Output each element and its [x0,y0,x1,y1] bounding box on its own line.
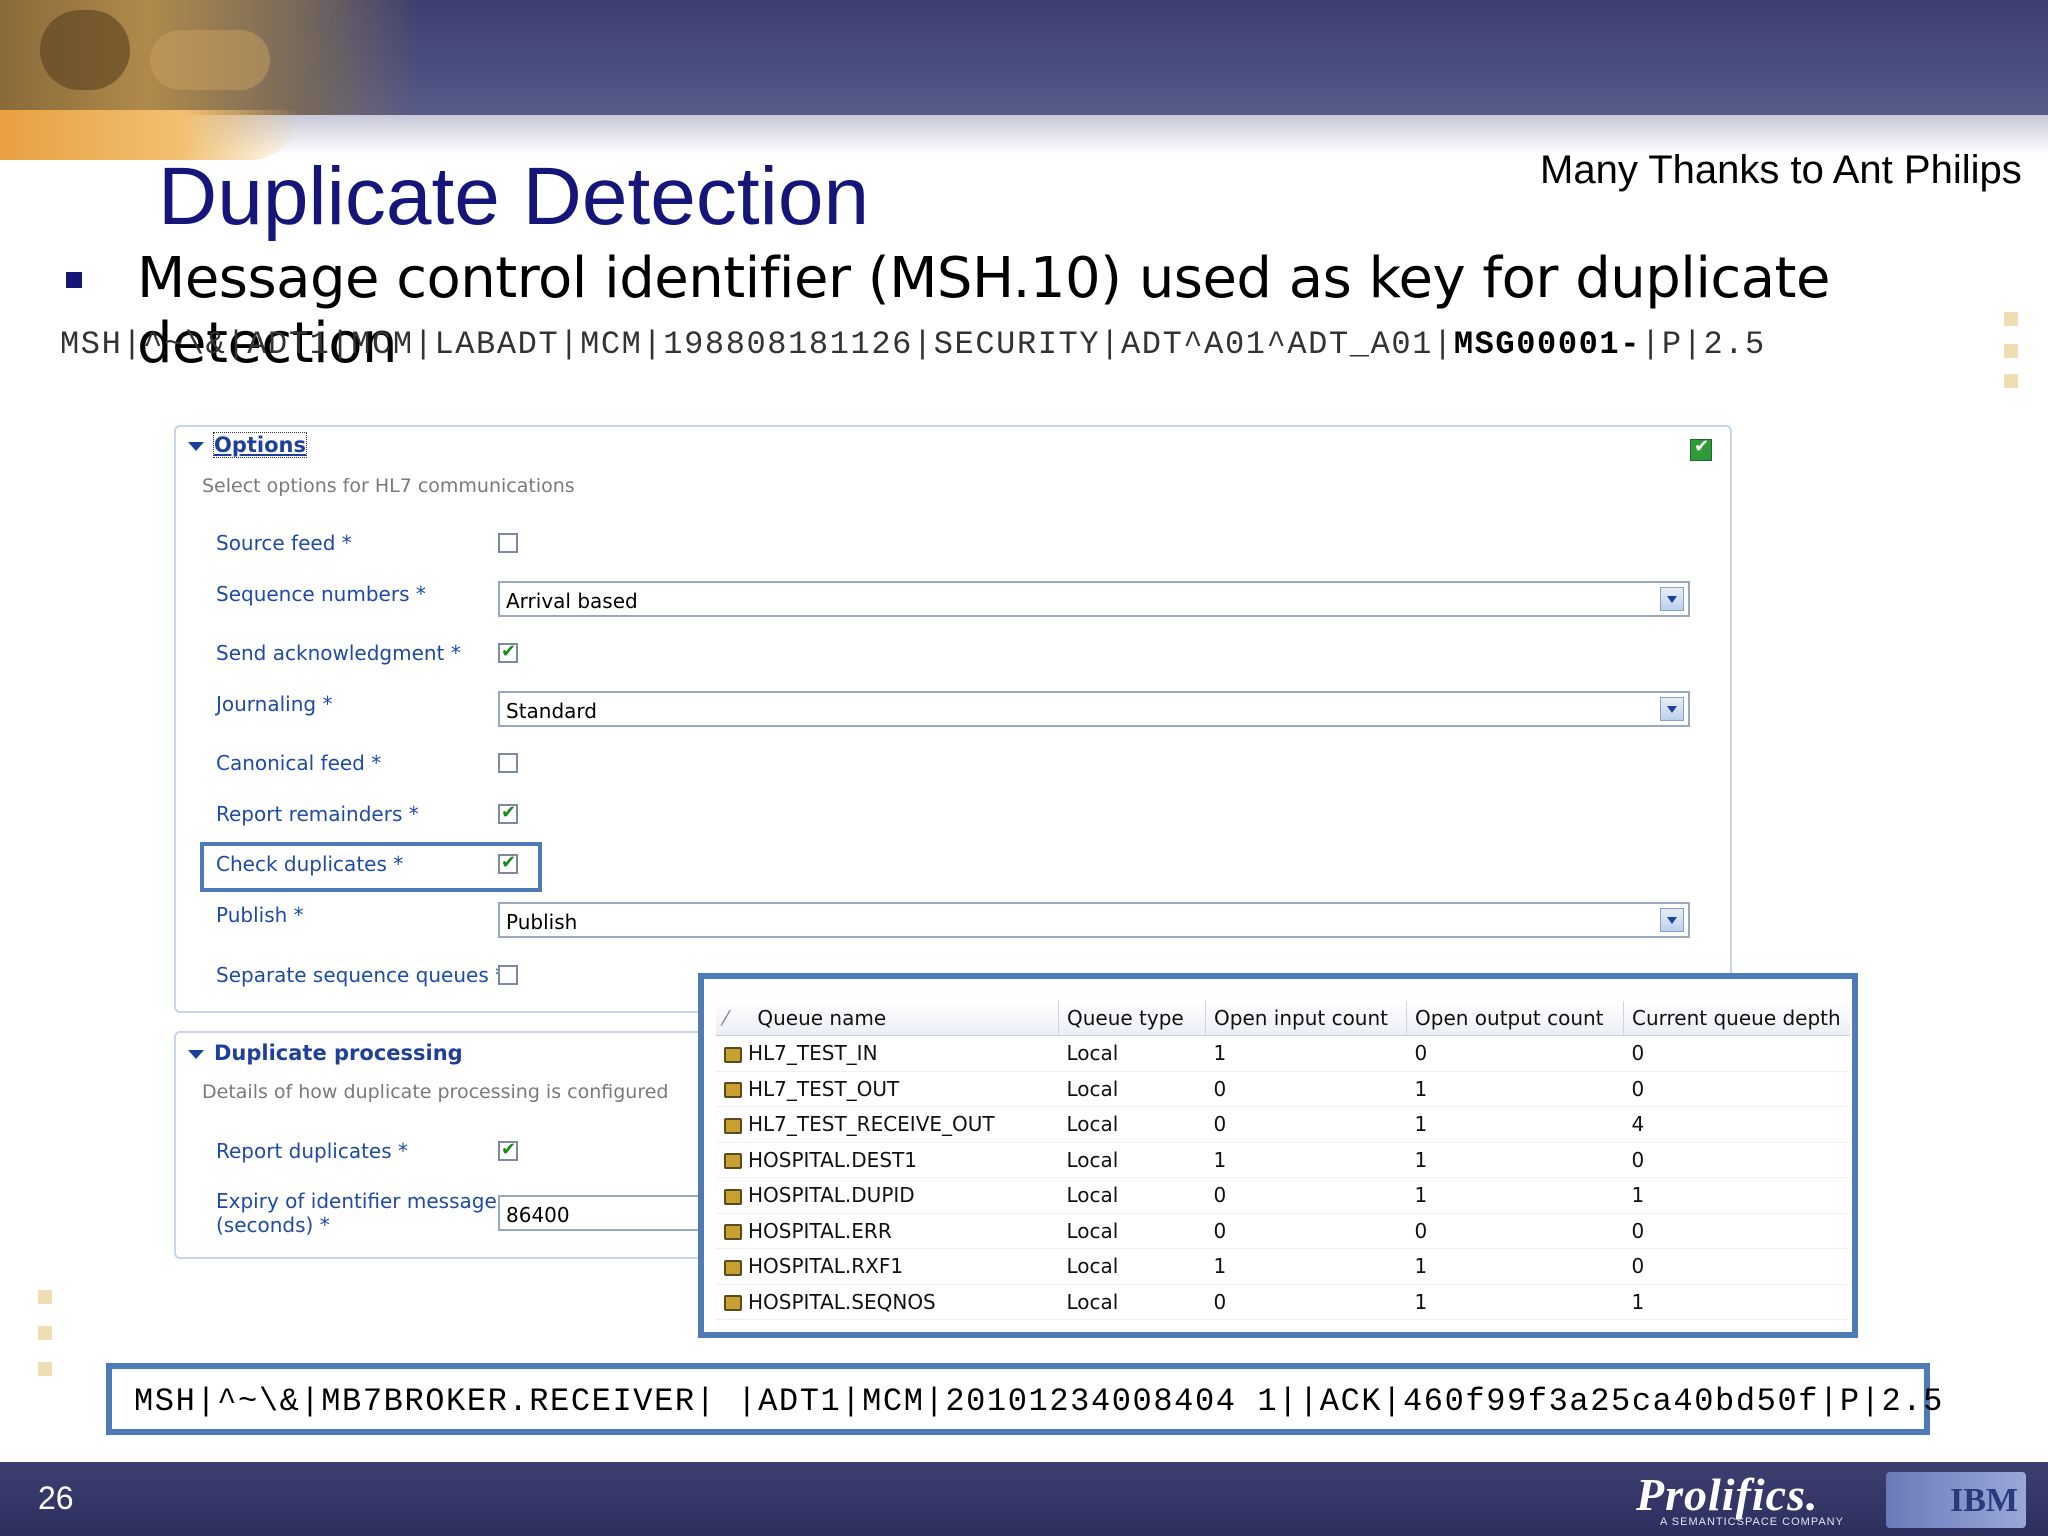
dropdown-arrow-icon[interactable] [1660,697,1684,721]
sequence-numbers-value: Arrival based [506,589,638,613]
header-banner [0,0,2048,125]
queue-icon [724,1224,742,1241]
queue-table: ⁄ Queue name Queue type Open input count … [716,1001,1850,1320]
prolifics-tagline: A SEMANTICSPACE COMPANY [1660,1516,1844,1528]
decor-dot [2004,374,2018,388]
queue-icon [724,1117,742,1134]
msh-key: MSG00001- [1453,326,1642,363]
decor-dot [38,1326,52,1340]
check-duplicates-checkbox[interactable] [498,852,518,874]
publish-value: Publish [506,910,578,934]
decor-dot [38,1362,52,1376]
send-ack-checkbox[interactable] [498,641,518,663]
table-row[interactable]: HOSPITAL.RXF1 Local 1 1 0 [716,1248,1850,1285]
expiry-label-line1: Expiry of identifier messages [216,1189,508,1213]
sort-icon: ⁄ [724,1006,728,1030]
duplicate-description: Details of how duplicate processing is c… [202,1081,669,1103]
report-duplicates-checkbox[interactable] [498,1139,518,1161]
check-duplicates-label: Check duplicates * [216,852,404,876]
table-row[interactable]: HL7_TEST_OUT Local 0 1 0 [716,1071,1850,1107]
separate-queues-checkbox[interactable] [498,965,518,985]
table-row[interactable]: HOSPITAL.DEST1 Local 1 1 0 [716,1142,1850,1178]
journaling-select[interactable]: Standard [498,691,1690,727]
table-row[interactable]: HOSPITAL.DUPID Local 0 1 1 [716,1177,1850,1214]
decor-dot [2004,312,2018,326]
queue-icon [724,1259,742,1276]
send-ack-label: Send acknowledgment * [216,641,461,665]
options-panel: Options Select options for HL7 communica… [174,425,1732,1013]
options-heading[interactable]: Options [213,432,307,458]
collapse-arrow-icon[interactable] [188,1049,204,1059]
msh-suffix: |P|2.5 [1641,326,1766,363]
ibm-partner-logo: IBM [1886,1472,2026,1528]
publish-label: Publish * [216,903,304,927]
table-row[interactable]: HOSPITAL.SEQNOS Local 0 1 1 [716,1284,1850,1320]
source-feed-label: Source feed * [216,531,352,555]
prolifics-logo: Prolifics. [1636,1469,1819,1520]
table-row[interactable]: HL7_TEST_IN Local 1 0 0 [716,1035,1850,1072]
journaling-value: Standard [506,699,597,723]
journaling-label: Journaling * [216,692,333,716]
queue-icon [724,1188,742,1205]
decor-dot [2004,344,2018,358]
queue-icon [724,1082,742,1099]
footer-bar: 26 Prolifics. A SEMANTICSPACE COMPANY IB… [0,1462,2048,1536]
col-queue-depth[interactable]: Current queue depth [1623,1001,1850,1036]
decor-dot [38,1290,52,1304]
msh-prefix: MSH|^~\&|ADT1|MCM|LABADT|MCM|19880818112… [60,326,1454,363]
table-row[interactable]: HOSPITAL.ERR Local 0 0 0 [716,1213,1850,1249]
canonical-feed-label: Canonical feed * [216,751,382,775]
source-feed-checkbox[interactable] [498,533,518,553]
credit-text: Many Thanks to Ant Philips [1540,148,2022,192]
queue-icon [724,1153,742,1170]
queue-icon [724,1295,742,1312]
report-remainders-checkbox[interactable] [498,802,518,824]
expiry-label-line2: (seconds) * [216,1213,330,1237]
options-header[interactable]: Options [188,432,307,458]
dropdown-arrow-icon[interactable] [1660,908,1684,932]
col-queue-name[interactable]: ⁄ Queue name [716,1001,1059,1036]
ack-message-box: MSH|^~\&|MB7BROKER.RECEIVER| |ADT1|MCM|2… [106,1363,1942,1435]
report-duplicates-label: Report duplicates * [216,1139,409,1163]
ibm-text: IBM [1950,1482,2018,1519]
queue-icon [724,1046,742,1063]
page-number: 26 [38,1480,74,1516]
bullet-square-icon [66,272,82,288]
options-description: Select options for HL7 communications [202,475,575,497]
col-queue-type[interactable]: Queue type [1058,1001,1206,1036]
duplicate-heading[interactable]: Duplicate processing [214,1041,463,1065]
sequence-numbers-select[interactable]: Arrival based [498,581,1690,617]
report-remainders-label: Report remainders * [216,802,419,826]
duplicate-header[interactable]: Duplicate processing [188,1041,463,1065]
slide-title: Duplicate Detection [158,151,870,242]
sequence-numbers-label: Sequence numbers * [216,582,426,606]
col-open-input[interactable]: Open input count [1205,1001,1407,1036]
ack-message-text: MSH|^~\&|MB7BROKER.RECEIVER| |ADT1|MCM|2… [134,1383,1944,1420]
queue-table-frame: ⁄ Queue name Queue type Open input count … [698,973,1858,1338]
publish-select[interactable]: Publish [498,902,1690,938]
separate-queues-label: Separate sequence queues * [216,963,506,987]
table-header-row: ⁄ Queue name Queue type Open input count … [716,1001,1850,1036]
collapse-arrow-icon[interactable] [188,441,204,451]
col-open-output[interactable]: Open output count [1406,1001,1624,1036]
msh-sample-line: MSH|^~\&|ADT1|MCM|LABADT|MCM|19880818112… [60,326,1766,363]
canonical-feed-checkbox[interactable] [498,753,518,773]
panel-valid-icon [1690,436,1712,461]
banner-photo [0,0,420,125]
table-row[interactable]: HL7_TEST_RECEIVE_OUT Local 0 1 4 [716,1106,1850,1143]
dropdown-arrow-icon[interactable] [1660,587,1684,611]
